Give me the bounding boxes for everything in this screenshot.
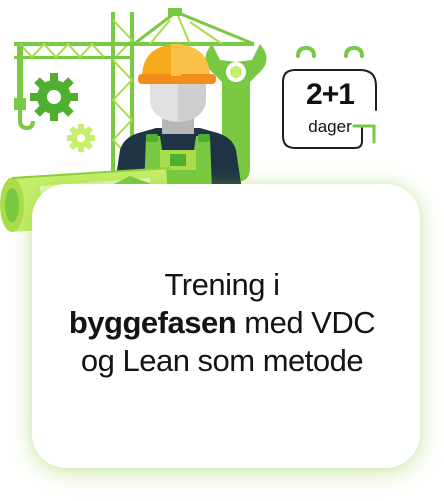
hard-hat-icon <box>138 44 216 84</box>
title-line-2-rest: med VDC <box>236 305 376 340</box>
gear-icon <box>67 124 95 152</box>
gear-icon <box>30 73 78 121</box>
duration-badge: 2+1 dager <box>283 67 377 150</box>
title-line-2: byggefasen med VDC <box>0 304 444 342</box>
title-line-3: og Lean som metode <box>80 343 364 378</box>
duration-unit: dager <box>308 117 352 136</box>
course-title: Trening i byggefasen med VDC og Lean som… <box>0 266 444 380</box>
duration-number: 2+1 <box>306 78 355 111</box>
course-tile[interactable]: 2+1 dager Trening i byggefasen med VDC o… <box>0 0 444 501</box>
title-line-1: Trening i <box>164 267 280 302</box>
title-emphasis: byggefasen <box>68 305 237 340</box>
